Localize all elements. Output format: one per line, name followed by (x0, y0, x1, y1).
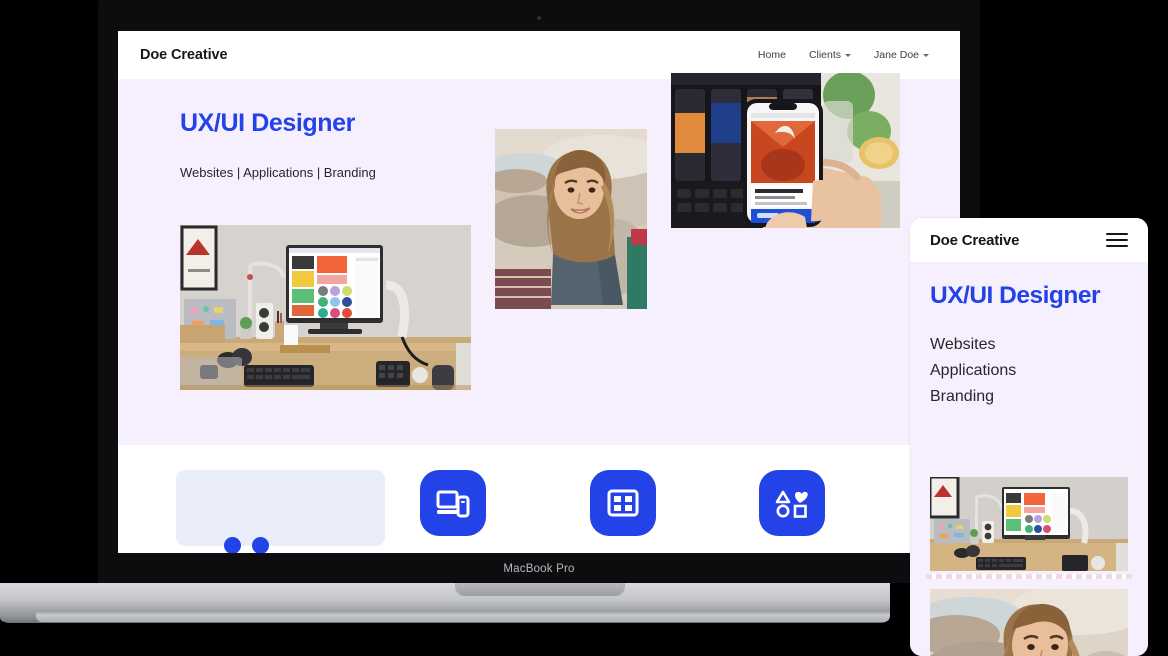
mobile-service-applications: Applications (930, 362, 1017, 379)
decorative-divider (926, 574, 1132, 579)
mobile-site-brand[interactable]: Doe Creative (930, 232, 1020, 249)
nav-item-label: Jane Doe (874, 49, 919, 61)
portrait-photo[interactable] (495, 129, 647, 309)
shapes-icon (775, 488, 809, 518)
mobile-site-header: Doe Creative (910, 218, 1148, 262)
chevron-down-icon (845, 54, 852, 57)
site-header: Doe Creative Home Clients Jane Doe (118, 31, 960, 79)
layout-grid-tile[interactable] (590, 470, 656, 536)
chevron-down-icon (923, 54, 929, 57)
two-dots-icon (252, 537, 269, 553)
portrait-art (495, 129, 647, 309)
nav-item-home[interactable]: Home (758, 49, 786, 61)
feature-card[interactable] (176, 470, 385, 553)
nav-item-clients[interactable]: Clients (808, 49, 852, 61)
laptop-phone-icon (436, 488, 470, 518)
mobile-desk-workspace-art (930, 477, 1128, 571)
nav-item-jane-doe[interactable]: Jane Doe (874, 49, 929, 61)
grid-icon (607, 489, 639, 517)
hero-subtitle: Websites | Applications | Branding (180, 165, 376, 180)
mobile-portrait-photo[interactable] (930, 589, 1128, 656)
mobile-hero-title: UX/UI Designer (930, 282, 1101, 309)
mobile-desk-workspace-photo[interactable] (930, 477, 1128, 571)
hero-title: UX/UI Designer (180, 109, 356, 137)
hamburger-bar (1106, 239, 1128, 241)
site-brand[interactable]: Doe Creative (140, 47, 228, 63)
desk-workspace-photo[interactable] (180, 225, 471, 390)
main-nav: Home Clients Jane Doe (758, 49, 929, 61)
hero-section: UX/UI Designer Websites | Applications |… (118, 73, 960, 445)
hamburger-icon[interactable] (1106, 233, 1128, 247)
shapes-tile[interactable] (759, 470, 825, 536)
mobile-portrait-art (930, 589, 1128, 656)
desk-workspace-art (180, 225, 471, 390)
mobile-service-websites: Websites (930, 336, 996, 353)
phone-in-hand-art (671, 73, 900, 228)
laptop-model-label: MacBook Pro (503, 563, 575, 575)
nav-item-label: Home (757, 49, 786, 61)
mobile-service-branding: Branding (930, 388, 995, 405)
hamburger-bar (1106, 245, 1128, 247)
two-dots-icon (224, 537, 241, 553)
webcam-icon (537, 16, 541, 20)
hamburger-bar (1106, 233, 1128, 235)
laptop-lip (36, 611, 890, 622)
responsive-devices-tile[interactable] (420, 470, 486, 536)
mobile-hero-section: UX/UI Designer Websites Applications Bra… (910, 262, 1148, 656)
feature-tiles-row (118, 445, 960, 553)
mobile-mockup: Doe Creative UX/UI Designer Websites App… (910, 218, 1148, 656)
laptop-screen: Doe Creative Home Clients Jane Doe UX/UI… (118, 31, 960, 553)
phone-in-hand-photo[interactable] (671, 73, 900, 228)
nav-item-label: Clients (808, 49, 842, 61)
